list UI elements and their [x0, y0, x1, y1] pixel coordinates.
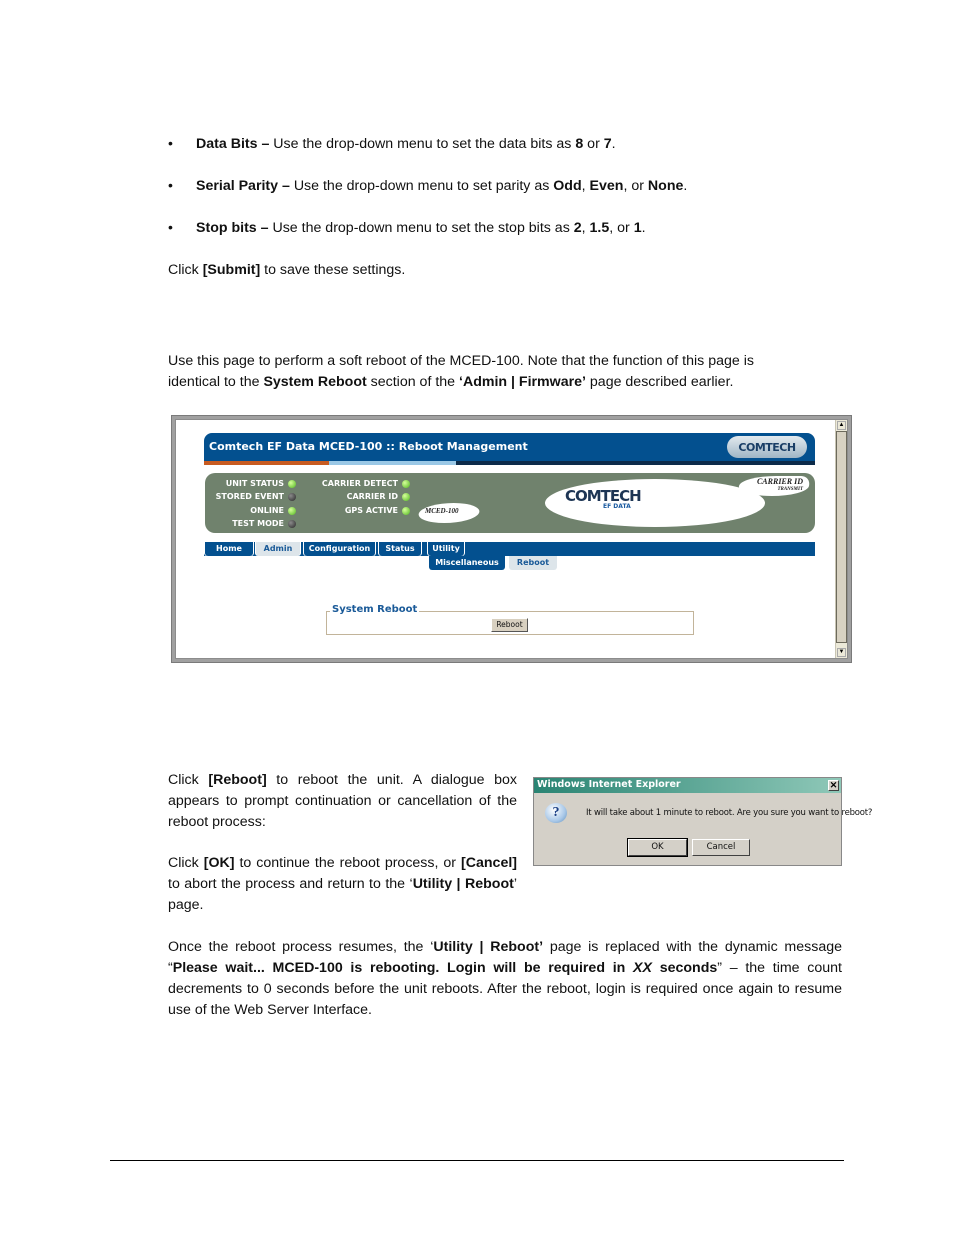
dialog-message: It will take about 1 minute to reboot. A… — [586, 808, 873, 818]
confirm-dialog: Windows Internet Explorer ✕ ? It will ta… — [533, 777, 872, 866]
intro-paragraph: Use this page to perform a soft reboot o… — [168, 353, 754, 390]
close-icon[interactable]: ✕ — [828, 780, 839, 791]
question-icon: ? — [545, 803, 567, 823]
led-indicator-icon — [288, 506, 296, 515]
led-indicator-icon — [402, 479, 410, 488]
comtech-logo-subtitle: EF DATA — [603, 503, 631, 510]
led-carrier-detect: CARRIER DETECT — [305, 479, 410, 488]
browser-viewport: Comtech EF Data MCED-100 :: Reboot Manag… — [175, 419, 848, 659]
scroll-up-icon[interactable]: ▲ — [837, 421, 846, 430]
comtech-logo-small: COMTECH — [727, 436, 807, 458]
stripe-dark-navy — [456, 461, 815, 465]
system-reboot-legend: System Reboot — [330, 604, 420, 615]
closing-paragraph: Once the reboot process resumes, the ‘Ut… — [168, 939, 842, 1018]
vertical-scrollbar[interactable]: ▲ ▼ — [835, 420, 847, 658]
model-label: MCED-100 — [425, 507, 459, 515]
reboot-instructions-p2: Click [OK] to continue the reboot proces… — [168, 855, 518, 913]
tab-status[interactable]: Status — [379, 542, 421, 556]
status-panel: UNIT STATUS STORED EVENT ONLINE TEST MOD… — [205, 473, 815, 533]
web-ui-title: Comtech EF Data MCED-100 :: Reboot Manag… — [209, 440, 528, 453]
tab-utility[interactable]: Utility — [428, 542, 464, 556]
led-indicator-icon — [288, 519, 296, 528]
dialog-title-bar: Windows Internet Explorer ✕ — [534, 778, 841, 793]
led-online: ONLINE — [205, 506, 296, 515]
led-unit-status: UNIT STATUS — [205, 479, 296, 488]
led-test-mode: TEST MODE — [205, 519, 296, 528]
serial-parity-item: Serial Parity – Use the drop-down menu t… — [196, 178, 688, 194]
web-ui-header: Comtech EF Data MCED-100 :: Reboot Manag… — [204, 433, 815, 461]
led-indicator-icon — [402, 506, 410, 515]
led-gps-active: GPS ACTIVE — [305, 506, 410, 515]
submit-note: Click [Submit] to save these settings. — [168, 262, 406, 278]
title-stripe — [204, 461, 815, 465]
footer-divider — [110, 1160, 844, 1161]
tab-home[interactable]: Home — [205, 542, 253, 556]
bullet-glyph: • — [168, 135, 173, 151]
carrier-id-label: CARRIER ID TRANSMIT — [756, 477, 803, 493]
tab-admin[interactable]: Admin — [256, 542, 300, 556]
subtab-reboot[interactable]: Reboot — [509, 556, 557, 570]
stripe-light-blue — [329, 461, 456, 465]
led-stored-event: STORED EVENT — [205, 492, 296, 501]
stop-bits-item: Stop bits – Use the drop-down menu to se… — [196, 220, 646, 236]
led-indicator-icon — [288, 479, 296, 488]
stripe-orange — [204, 461, 329, 465]
browser-screenshot: Comtech EF Data MCED-100 :: Reboot Manag… — [171, 415, 852, 663]
subtab-miscellaneous[interactable]: Miscellaneous — [429, 556, 505, 570]
led-carrier-id: CARRIER ID — [305, 492, 410, 501]
bullet-glyph: • — [168, 177, 173, 193]
scroll-thumb[interactable] — [836, 431, 847, 643]
reboot-button[interactable]: Reboot — [491, 618, 528, 632]
reboot-instructions-p1: Click [Reboot] to reboot the unit. A dia… — [168, 772, 517, 830]
scroll-down-icon[interactable]: ▼ — [837, 648, 846, 657]
data-bits-item: Data Bits – Use the drop-down menu to se… — [196, 136, 616, 152]
led-indicator-icon — [288, 492, 296, 501]
tab-configuration[interactable]: Configuration — [304, 542, 375, 556]
bullet-glyph: • — [168, 219, 173, 235]
ok-button[interactable]: OK — [627, 838, 688, 857]
led-indicator-icon — [402, 492, 410, 501]
dialog-title: Windows Internet Explorer — [537, 779, 681, 790]
cancel-button[interactable]: Cancel — [692, 839, 750, 856]
